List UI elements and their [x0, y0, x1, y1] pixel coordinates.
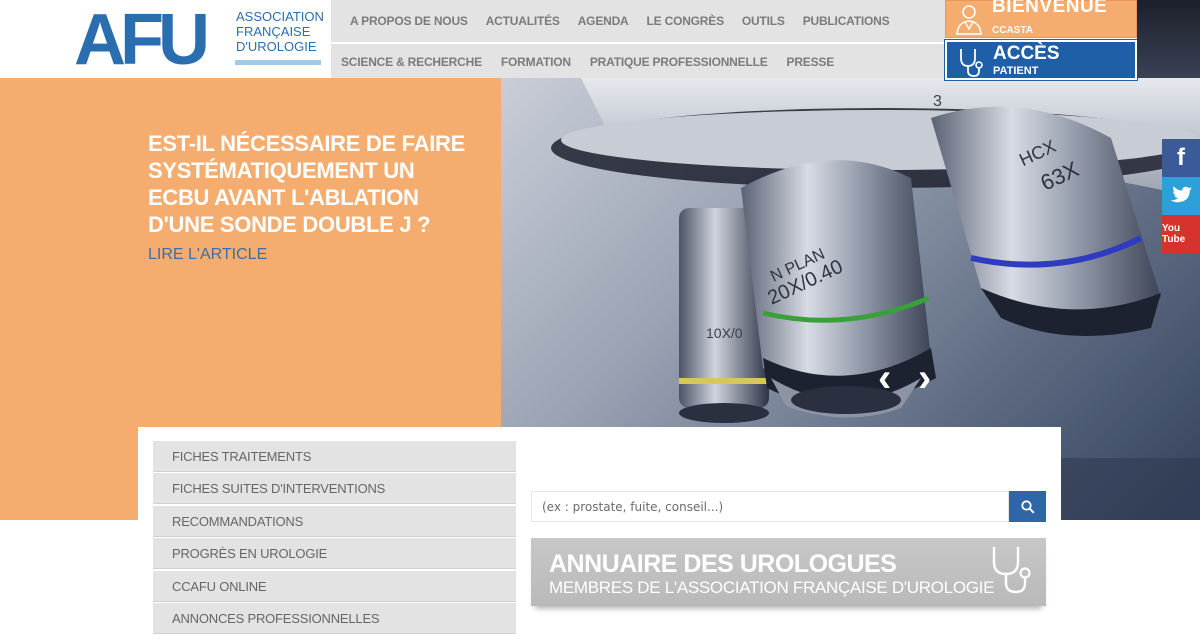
hero-article-title[interactable]: EST-IL NÉCESSAIRE DE FAIRE SYSTÉMATIQUEM… [148, 130, 478, 238]
welcome-title: BIENVENUE [992, 0, 1108, 17]
objective-label-small: 10X/0 [706, 325, 743, 341]
menu-item-ccafu-online[interactable]: CCAFU ONLINE [153, 570, 516, 602]
nav-item-congres[interactable]: LE CONGRÈS [647, 14, 725, 28]
stethoscope-icon [960, 49, 983, 77]
nav-item-a-propos[interactable]: A PROPOS DE NOUS [350, 14, 468, 28]
patient-access-button[interactable]: ACCÈS PATIENT [944, 39, 1138, 81]
search-icon [1020, 499, 1035, 514]
nav-item-publications[interactable]: PUBLICATIONS [803, 14, 890, 28]
menu-item-progres-urologie[interactable]: PROGRÈS EN UROLOGIE [153, 538, 516, 570]
read-article-link[interactable]: LIRE L'ARTICLE [148, 246, 267, 264]
menu-item-annonces[interactable]: ANNONCES PROFESSIONNELLES [153, 602, 516, 634]
logo-line-1: ASSOCIATION [236, 9, 324, 24]
page: 10X/0 N PLAN 20X/0.40 HCX 63X 3 AFU ASSO… [0, 0, 1200, 640]
nav-item-formation[interactable]: FORMATION [501, 55, 571, 69]
patient-access-subtitle: PATIENT [993, 65, 1039, 77]
nav-item-actualites[interactable]: ACTUALITÉS [486, 14, 560, 28]
facebook-icon[interactable]: f [1162, 139, 1200, 177]
youtube-icon[interactable]: You Tube [1162, 215, 1200, 253]
twitter-icon[interactable] [1162, 177, 1200, 215]
logo-line-3: D'UROLOGIE [236, 39, 317, 54]
main-nav: A PROPOS DE NOUS ACTUALITÉS AGENDA LE CO… [331, 0, 945, 78]
carousel-next-arrow-icon[interactable]: › [918, 358, 948, 398]
menu-item-fiches-suites[interactable]: FICHES SUITES D'INTERVENTIONS [153, 473, 516, 505]
nav-item-pratique-professionnelle[interactable]: PRATIQUE PROFESSIONNELLE [590, 55, 768, 69]
nav-item-science-recherche[interactable]: SCIENCE & RECHERCHE [341, 55, 482, 69]
search-button[interactable] [1009, 491, 1046, 522]
menu-item-recommandations[interactable]: RECOMMANDATIONS [153, 505, 516, 537]
header: AFU ASSOCIATION FRANÇAISE D'UROLOGIE A P… [0, 0, 1200, 81]
search-input[interactable] [531, 491, 1009, 522]
nav-row-primary: A PROPOS DE NOUS ACTUALITÉS AGENDA LE CO… [331, 2, 945, 40]
patient-access-title: ACCÈS [993, 43, 1060, 64]
logo-mark-text: AFU [74, 6, 206, 70]
logo-line-2: FRANÇAISE [236, 24, 311, 39]
directory-title: ANNUAIRE DES UROLOGUES [549, 550, 897, 578]
twitter-bird-icon [1170, 186, 1192, 203]
logo-underline [235, 60, 321, 65]
logo-text: ASSOCIATION FRANÇAISE D'UROLOGIE [236, 9, 324, 54]
welcome-account-button[interactable]: BIENVENUE CCASTA [945, 0, 1137, 38]
logo[interactable]: AFU ASSOCIATION FRANÇAISE D'UROLOGIE [6, 0, 332, 78]
search-bar [531, 491, 1046, 522]
directory-subtitle: MEMBRES DE L'ASSOCIATION FRANÇAISE D'URO… [549, 578, 995, 597]
stethoscope-icon [992, 547, 1031, 594]
welcome-username: CCASTA [992, 25, 1033, 36]
urologist-directory-banner[interactable]: ANNUAIRE DES UROLOGUES MEMBRES DE L'ASSO… [531, 538, 1046, 606]
menu-item-fiches-traitements[interactable]: FICHES TRAITEMENTS [153, 441, 516, 472]
nav-item-agenda[interactable]: AGENDA [578, 14, 629, 28]
header-photo-corner [1137, 0, 1200, 78]
doctor-icon [956, 5, 982, 35]
nav-item-outils[interactable]: OUTILS [742, 14, 785, 28]
turret-number: 3 [933, 93, 942, 110]
afu-logo-mark: AFU [74, 6, 212, 70]
nav-item-presse[interactable]: PRESSE [787, 55, 835, 69]
carousel-prev-arrow-icon[interactable]: ‹ [878, 358, 908, 398]
quick-links-menu: FICHES TRAITEMENTS FICHES SUITES D'INTER… [153, 441, 516, 635]
nav-row-secondary: SCIENCE & RECHERCHE FORMATION PRATIQUE P… [331, 42, 945, 80]
